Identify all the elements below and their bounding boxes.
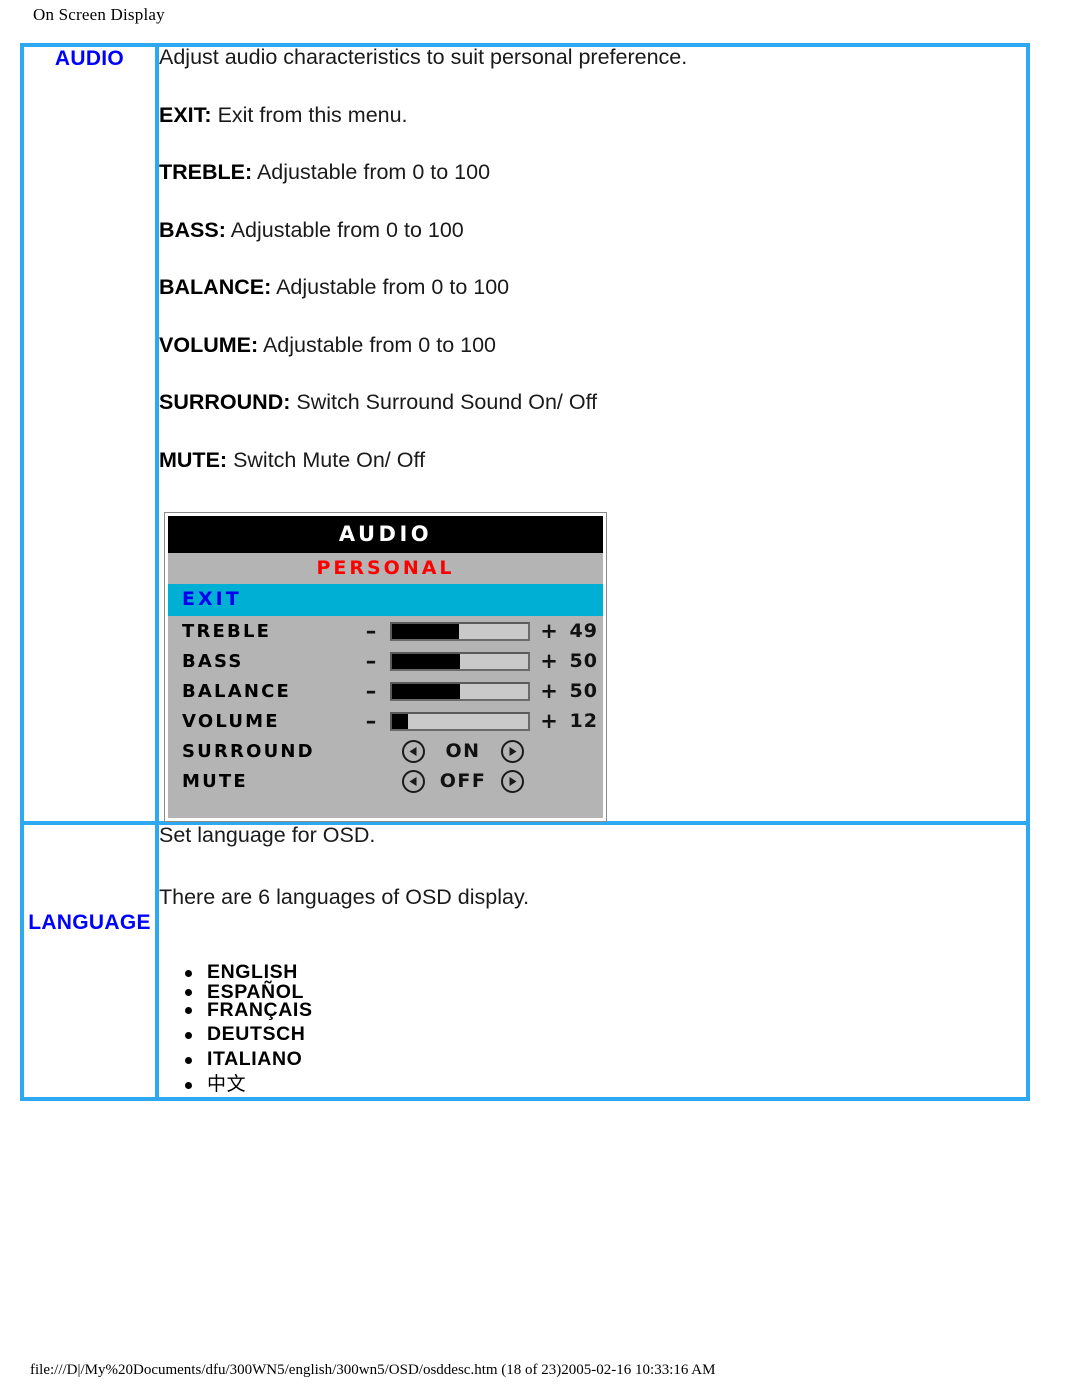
osd-bass-value: 50: [569, 650, 598, 672]
section-label-language: LANGUAGE: [28, 911, 151, 934]
osd-bass-plus-icon[interactable]: +: [538, 649, 560, 673]
table-row-language: LANGUAGE Set language for OSD. There are…: [22, 823, 1028, 1099]
audio-item-balance: BALANCE: Adjustable from 0 to 100: [159, 275, 1026, 299]
language-line-1: Set language for OSD.: [159, 823, 376, 847]
section-content-audio: Adjust audio characteristics to suit per…: [157, 45, 1028, 823]
osd-balance-value: 50: [569, 680, 598, 702]
language-line-2: There are 6 languages of OSD display.: [159, 884, 530, 909]
audio-item-volume-term: VOLUME:: [159, 332, 259, 357]
osd-volume-minus-icon[interactable]: –: [360, 709, 382, 733]
osd-subtitle: PERSONAL: [168, 553, 603, 584]
osd-surround-state: ON: [445, 740, 481, 762]
list-item: ITALIANO: [185, 1047, 1026, 1072]
osd-balance-slider[interactable]: [390, 681, 530, 701]
osd-mute-label: MUTE: [182, 770, 248, 792]
list-item: FRANÇAIS: [185, 999, 1026, 1022]
page-footer-path: file:///D|/My%20Documents/dfu/300WN5/eng…: [30, 1362, 716, 1378]
audio-item-surround-term: SURROUND:: [159, 390, 291, 414]
osd-bass-slider[interactable]: [390, 651, 530, 671]
audio-item-balance-desc: Adjustable from 0 to 100: [276, 275, 510, 299]
osd-row-mute[interactable]: MUTE OFF: [168, 766, 603, 796]
osd-volume-slider[interactable]: [390, 711, 530, 731]
osd-row-exit[interactable]: EXIT: [168, 584, 603, 616]
section-label-cell-language: LANGUAGE: [22, 823, 157, 1099]
audio-intro-text: Adjust audio characteristics to suit per…: [159, 45, 688, 69]
osd-bass-label: BASS: [182, 650, 244, 672]
osd-description-table: AUDIO Adjust audio characteristics to su…: [20, 43, 1030, 1101]
audio-item-mute-term: MUTE:: [159, 447, 228, 472]
osd-treble-minus-icon[interactable]: –: [360, 619, 382, 643]
audio-item-surround: SURROUND: Switch Surround Sound On/ Off: [159, 390, 1026, 414]
osd-treble-value: 49: [569, 620, 598, 642]
osd-menu-screenshot: AUDIO PERSONAL EXIT TREBLE – + 49 BASS –…: [165, 513, 606, 821]
page-title: On Screen Display: [33, 5, 165, 24]
arrow-right-icon[interactable]: [501, 739, 524, 763]
osd-volume-plus-icon[interactable]: +: [538, 709, 560, 733]
osd-surround-label: SURROUND: [182, 740, 315, 762]
osd-titlebar: AUDIO: [168, 516, 603, 553]
list-item: 中文: [185, 1072, 1026, 1097]
osd-bass-slider-fill: [392, 653, 460, 669]
arrow-right-icon[interactable]: [501, 769, 524, 793]
osd-treble-plus-icon[interactable]: +: [538, 619, 560, 643]
audio-item-balance-term: BALANCE:: [159, 275, 272, 299]
audio-item-mute-desc: Switch Mute On/ Off: [233, 447, 426, 472]
osd-row-volume[interactable]: VOLUME – + 12: [168, 706, 603, 736]
audio-item-surround-desc: Switch Surround Sound On/ Off: [296, 390, 598, 414]
osd-volume-slider-fill: [392, 713, 409, 729]
osd-mute-toggle: OFF: [402, 769, 524, 793]
audio-item-volume: VOLUME: Adjustable from 0 to 100: [159, 332, 1026, 357]
osd-surround-toggle: ON: [402, 739, 524, 763]
audio-item-treble-desc: Adjustable from 0 to 100: [256, 160, 491, 184]
audio-item-exit: EXIT: Exit from this menu.: [159, 102, 1026, 127]
osd-row-surround[interactable]: SURROUND ON: [168, 736, 603, 766]
osd-mute-state: OFF: [439, 770, 487, 792]
list-item: ESPAÑOL: [185, 982, 1026, 1002]
osd-volume-label: VOLUME: [182, 710, 280, 732]
audio-item-bass: BASS: Adjustable from 0 to 100: [159, 217, 1026, 242]
language-list: ENGLISH ESPAÑOL FRANÇAIS DEUTSCH ITALIAN…: [159, 960, 1026, 1097]
section-label-cell-audio: AUDIO: [22, 45, 157, 823]
osd-balance-slider-fill: [392, 683, 460, 699]
audio-item-treble: TREBLE: Adjustable from 0 to 100: [159, 160, 1026, 184]
section-content-language: Set language for OSD. There are 6 langua…: [157, 823, 1028, 1099]
osd-balance-label: BALANCE: [182, 680, 292, 702]
osd-row-balance[interactable]: BALANCE – + 50: [168, 676, 603, 706]
osd-row-treble[interactable]: TREBLE – + 49: [168, 616, 603, 646]
osd-balance-minus-icon[interactable]: –: [360, 679, 382, 703]
osd-treble-label: TREBLE: [182, 620, 272, 642]
osd-treble-slider[interactable]: [390, 621, 530, 641]
language-label-spacer: [24, 825, 155, 911]
arrow-left-icon[interactable]: [402, 739, 425, 763]
osd-row-bass[interactable]: BASS – + 50: [168, 646, 603, 676]
audio-item-bass-desc: Adjustable from 0 to 100: [230, 217, 464, 242]
audio-item-bass-term: BASS:: [159, 217, 226, 242]
audio-item-treble-term: TREBLE:: [159, 160, 253, 184]
osd-treble-slider-fill: [392, 623, 459, 639]
osd-bass-minus-icon[interactable]: –: [360, 649, 382, 673]
audio-item-exit-term: EXIT:: [159, 102, 212, 127]
list-item: ENGLISH: [185, 960, 1026, 985]
list-item: DEUTSCH: [185, 1022, 1026, 1047]
audio-item-mute: MUTE: Switch Mute On/ Off: [159, 447, 1026, 472]
arrow-left-icon[interactable]: [402, 769, 425, 793]
table-row-audio: AUDIO Adjust audio characteristics to su…: [22, 45, 1028, 823]
section-label-audio: AUDIO: [54, 47, 125, 70]
osd-balance-plus-icon[interactable]: +: [538, 679, 560, 703]
osd-exit-label: EXIT: [182, 588, 242, 610]
audio-item-exit-desc: Exit from this menu.: [217, 102, 408, 127]
audio-item-volume-desc: Adjustable from 0 to 100: [262, 332, 496, 357]
osd-volume-value: 12: [569, 710, 598, 732]
